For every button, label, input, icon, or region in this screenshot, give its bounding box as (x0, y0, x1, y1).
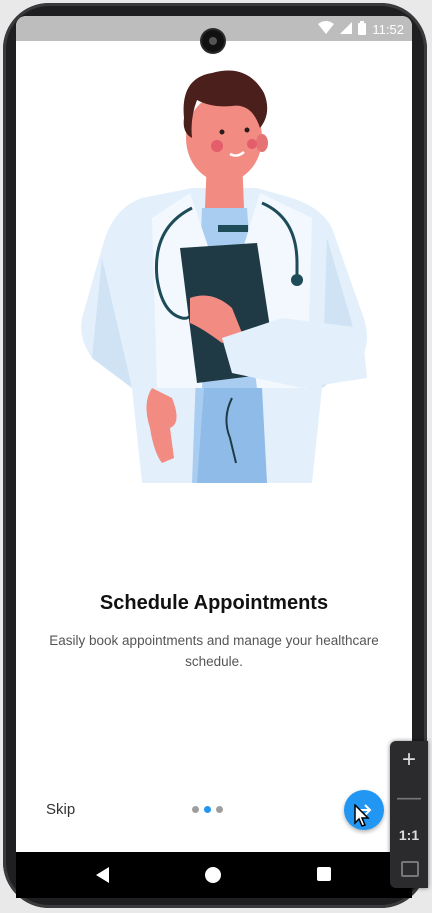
fit-screen-icon[interactable] (401, 861, 419, 877)
page-dot-2[interactable] (204, 806, 211, 813)
app-screen: 11:52 Schedule Appointments Easily book … (16, 16, 412, 852)
navigation-bar (16, 852, 412, 898)
emulator-zoom-panel: + — 1:1 (390, 741, 428, 888)
signal-icon (340, 21, 353, 37)
mouse-cursor-icon (354, 804, 370, 827)
zoom-out-button[interactable]: — (390, 783, 428, 813)
skip-button[interactable]: Skip (46, 801, 75, 818)
page-dot-3[interactable] (216, 806, 223, 813)
back-icon[interactable] (96, 867, 109, 883)
zoom-ratio-button[interactable]: 1:1 (390, 825, 428, 845)
wifi-icon (318, 21, 335, 37)
home-icon[interactable] (205, 867, 221, 883)
doctor-illustration (81, 70, 367, 483)
zoom-in-button[interactable]: + (390, 745, 428, 775)
page-dot-1[interactable] (192, 806, 199, 813)
front-camera (202, 30, 224, 52)
battery-icon (358, 20, 367, 38)
onboarding-title: Schedule Appointments (99, 592, 329, 614)
recents-icon[interactable] (317, 867, 331, 881)
onboarding-description: Easily book appointments and manage your… (49, 633, 379, 669)
page-indicator (192, 806, 223, 813)
status-time: 11:52 (372, 21, 404, 37)
